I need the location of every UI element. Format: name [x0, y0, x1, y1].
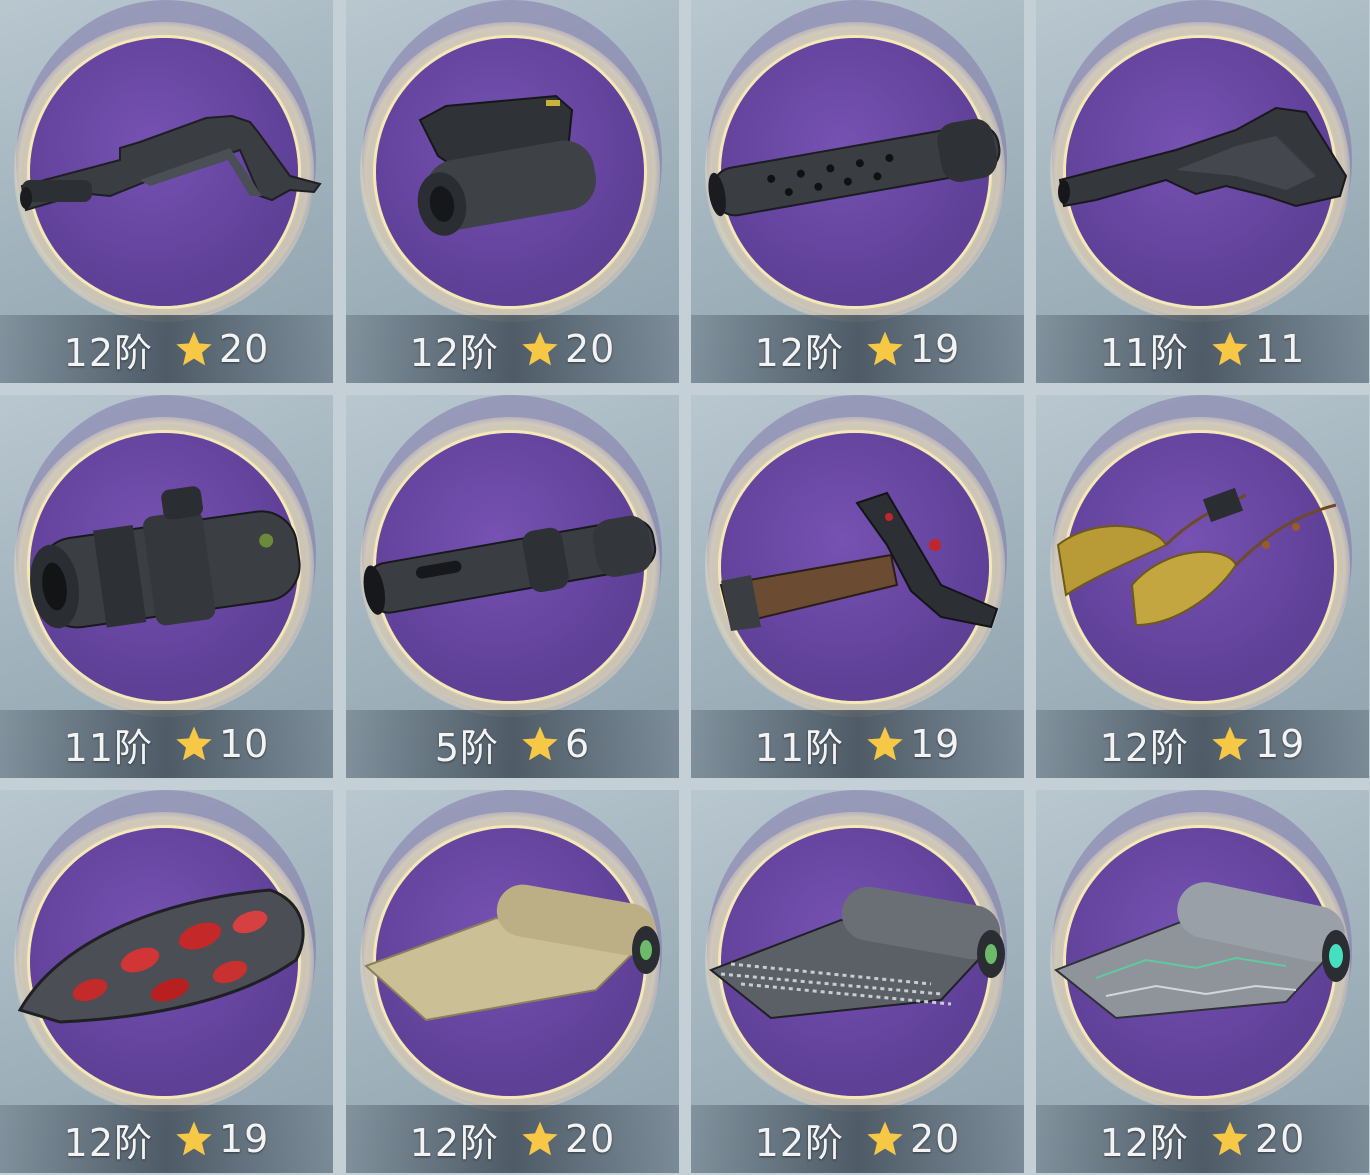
- star-count: 10: [219, 722, 270, 766]
- item-slot-12[interactable]: 12阶 20: [1036, 790, 1369, 1173]
- golden-tassel-icon: [1056, 487, 1337, 627]
- star-count: 19: [219, 1117, 270, 1161]
- chainmail-roll-icon: [709, 886, 1005, 1020]
- item-slot-4[interactable]: 11阶 11: [1036, 0, 1369, 383]
- muzzle-brake-icon: [363, 515, 657, 615]
- item-grid: 12阶 20 12阶 20 12阶 19 11阶 11 11阶 10 5阶 6 …: [0, 0, 1370, 1175]
- item-slot-10[interactable]: 12阶 20: [346, 790, 679, 1173]
- star-icon: [176, 1121, 212, 1156]
- tier-label: 12阶: [1099, 725, 1189, 770]
- item-info-bar: 12阶 20: [346, 315, 679, 383]
- tier-label: 5阶: [434, 725, 499, 770]
- item-slot-9[interactable]: 12阶 19: [0, 790, 333, 1173]
- item-info-bar: 12阶 20: [346, 1105, 679, 1173]
- item-slot-7[interactable]: 11阶 19: [691, 395, 1024, 778]
- laser-sight-icon: [417, 94, 597, 236]
- tier-label: 12阶: [754, 1120, 844, 1165]
- star-icon: [522, 1121, 558, 1156]
- item-slot-1[interactable]: 12阶 20: [0, 0, 333, 383]
- star-icon: [176, 726, 212, 761]
- star-count: 20: [219, 327, 270, 371]
- tier-label: 12阶: [1099, 1120, 1189, 1165]
- item-info-bar: 12阶 19: [691, 315, 1024, 383]
- star-icon: [867, 1121, 903, 1156]
- item-slot-3[interactable]: 12阶 19: [691, 0, 1024, 383]
- star-count: 19: [910, 722, 961, 766]
- rifle-stock-icon: [20, 114, 322, 212]
- star-icon: [1212, 1121, 1248, 1156]
- star-icon: [1212, 726, 1248, 761]
- scope-icon: [30, 486, 301, 629]
- tier-label: 11阶: [63, 725, 153, 770]
- item-info-bar: 5阶 6: [346, 710, 679, 778]
- tier-label: 12阶: [409, 330, 499, 375]
- tactical-stock-icon: [1058, 106, 1348, 208]
- item-slot-6[interactable]: 5阶 6: [346, 395, 679, 778]
- item-slot-8[interactable]: 12阶 19: [1036, 395, 1369, 778]
- item-slot-11[interactable]: 12阶 20: [691, 790, 1024, 1173]
- tier-label: 12阶: [63, 330, 153, 375]
- item-info-bar: 12阶 19: [0, 1105, 333, 1173]
- hex-fabric-roll-icon: [1054, 882, 1350, 1020]
- item-info-bar: 12阶 20: [0, 315, 333, 383]
- star-icon: [867, 726, 903, 761]
- star-icon: [522, 726, 558, 761]
- cloth-roll-icon: [364, 884, 660, 1022]
- item-info-bar: 12阶 20: [691, 1105, 1024, 1173]
- item-info-bar: 11阶 11: [1036, 315, 1369, 383]
- crimson-armor-plate-icon: [17, 888, 305, 1024]
- star-icon: [176, 331, 212, 366]
- star-count: 20: [565, 1117, 616, 1161]
- item-slot-5[interactable]: 11阶 10: [0, 395, 333, 778]
- item-info-bar: 11阶 19: [691, 710, 1024, 778]
- star-count: 20: [910, 1117, 961, 1161]
- tier-label: 12阶: [754, 330, 844, 375]
- star-count: 20: [1255, 1117, 1306, 1161]
- star-count: 20: [565, 327, 616, 371]
- suppressor-icon: [708, 118, 1001, 217]
- item-info-bar: 12阶 20: [1036, 1105, 1369, 1173]
- star-count: 19: [910, 327, 961, 371]
- tier-label: 12阶: [409, 1120, 499, 1165]
- ornate-grip-icon: [719, 491, 999, 631]
- star-count: 19: [1255, 722, 1306, 766]
- star-icon: [1212, 331, 1248, 366]
- tier-label: 12阶: [63, 1120, 153, 1165]
- item-info-bar: 11阶 10: [0, 710, 333, 778]
- star-icon: [867, 331, 903, 366]
- tier-label: 11阶: [1099, 330, 1189, 375]
- item-info-bar: 12阶 19: [1036, 710, 1369, 778]
- star-icon: [522, 331, 558, 366]
- item-slot-2[interactable]: 12阶 20: [346, 0, 679, 383]
- tier-label: 11阶: [754, 725, 844, 770]
- star-count: 6: [565, 722, 591, 766]
- star-count: 11: [1255, 327, 1306, 371]
